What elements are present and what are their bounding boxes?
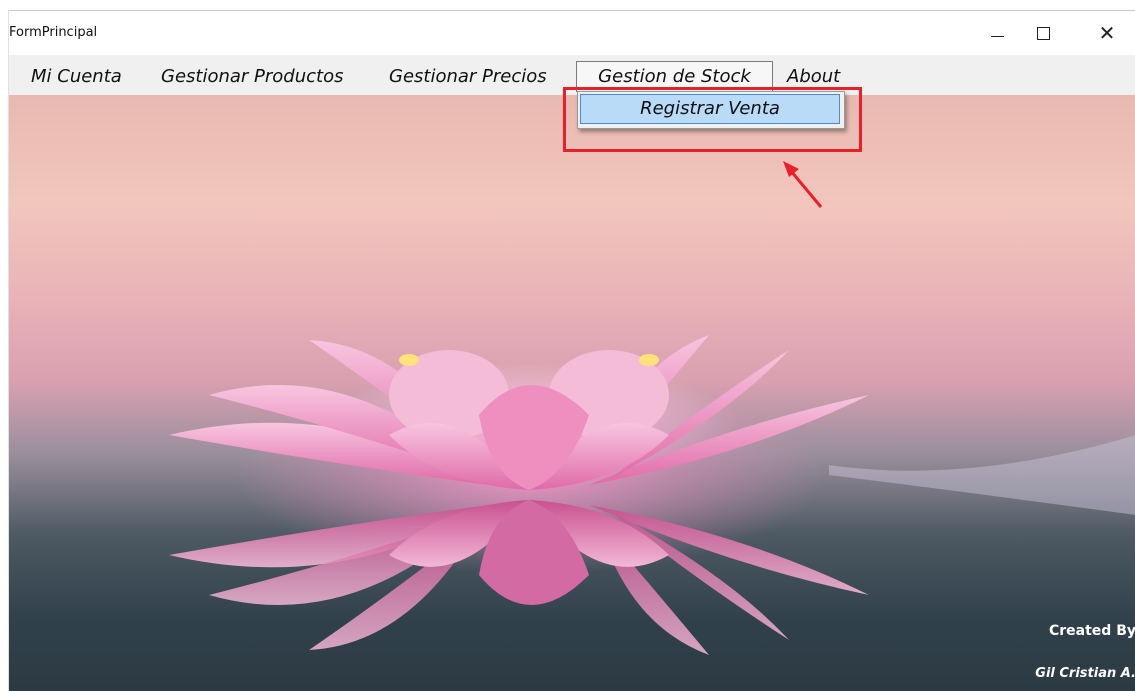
- window-title: FormPrincipal: [9, 25, 98, 40]
- menu-gestionar-precios[interactable]: Gestionar Precios: [383, 63, 553, 91]
- close-icon: ✕: [1098, 21, 1116, 45]
- maximize-button[interactable]: [1020, 11, 1066, 55]
- gestion-de-stock-dropdown: Registrar Venta: [577, 91, 845, 129]
- minimize-button[interactable]: [974, 11, 1020, 55]
- lotus-image: [169, 335, 1135, 655]
- credit-author: Gil Cristian A.: [1035, 666, 1135, 681]
- menu-item-registrar-venta[interactable]: Registrar Venta: [580, 94, 840, 124]
- title-bar: FormPrincipal ✕: [9, 11, 1135, 55]
- credit-label: Created By: [1048, 623, 1135, 639]
- app-window: FormPrincipal ✕ Mi Cuenta Gestionar Prod…: [8, 10, 1135, 691]
- menu-mi-cuenta[interactable]: Mi Cuenta: [25, 63, 128, 91]
- minimize-icon: [990, 35, 1004, 37]
- maximize-icon: [1036, 26, 1050, 40]
- close-button[interactable]: ✕: [1084, 11, 1130, 55]
- background-image: [9, 95, 1135, 691]
- arrow-icon: [783, 161, 823, 208]
- menu-gestionar-productos[interactable]: Gestionar Productos: [155, 63, 349, 91]
